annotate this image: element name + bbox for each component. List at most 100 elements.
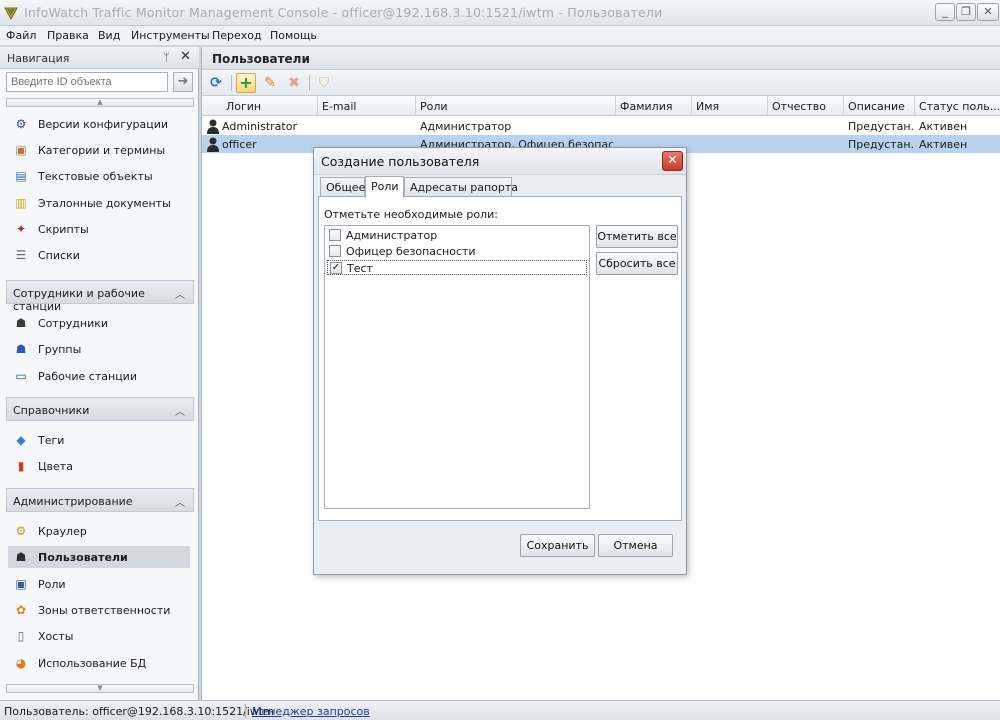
crawler-icon: ⚙: [15, 524, 27, 538]
reset-all-button[interactable]: Сбросить все: [596, 252, 678, 275]
restore-button[interactable]: ❐: [956, 3, 976, 21]
categories-icon: ▣: [15, 143, 27, 158]
sidebar-item-label: Краулер: [38, 525, 87, 538]
nav-group-header[interactable]: Администрирование ︿: [6, 488, 194, 512]
sidebar-item-workstations[interactable]: ▭ Рабочие станции: [8, 365, 190, 387]
chevron-up-icon[interactable]: ︿: [175, 286, 185, 301]
sidebar-item-reference-docs[interactable]: ▥ Эталонные документы: [8, 192, 190, 214]
sidebar-item-db-usage[interactable]: ◕ Использование БД: [8, 652, 190, 674]
menu-tools[interactable]: Инструменты: [131, 29, 210, 42]
chevron-up-icon[interactable]: ︿: [175, 403, 185, 418]
table-row[interactable]: Administrator Администратор Предустан... Ак…: [202, 117, 1000, 135]
reference-docs-icon: ▥: [15, 195, 27, 210]
sidebar-item-crawler[interactable]: ⚙ Краулер: [8, 520, 190, 542]
sidebar-item-categories[interactable]: ▣ Категории и термины: [8, 139, 190, 161]
window-title: InfoWatch Traffic Monitor Management Con…: [24, 5, 663, 20]
cell-description: Предустан...: [848, 138, 914, 151]
role-label: Офицер безопасности: [346, 245, 476, 258]
minimize-button[interactable]: _: [935, 3, 955, 21]
roles-tab-panel: Отметьте необходимые роли: Администратор…: [318, 196, 682, 521]
sidebar-item-tags[interactable]: ◆ Теги: [8, 429, 190, 451]
roles-hint: Отметьте необходимые роли:: [324, 208, 499, 221]
sidebar-item-roles[interactable]: ▣ Роли: [8, 573, 190, 595]
sidebar-item-zones[interactable]: ✿ Зоны ответственности: [8, 599, 190, 621]
close-navigation-icon[interactable]: ✕: [180, 49, 191, 64]
role-label: Администратор: [346, 229, 438, 242]
nav-group-label: Справочники: [13, 404, 90, 417]
role-checkbox[interactable]: ✓: [330, 262, 342, 274]
scroll-up-button[interactable]: ▲: [6, 98, 194, 107]
go-arrow-button[interactable]: ➜: [173, 72, 193, 92]
navigation-title: Навигация: [7, 52, 70, 65]
close-window-button[interactable]: ✕: [977, 3, 999, 21]
sidebar-item-employees[interactable]: ☗ Сотрудники: [8, 312, 190, 334]
users-icon: ☗: [15, 550, 27, 565]
menu-edit[interactable]: Правка: [47, 29, 89, 42]
cancel-button[interactable]: Отмена: [598, 534, 673, 557]
add-user-button[interactable]: +: [236, 73, 256, 93]
menu-bar: Файл Правка Вид Инструменты Переход Помо…: [0, 26, 1000, 46]
save-button[interactable]: Сохранить: [520, 534, 595, 557]
menu-help[interactable]: Помощь: [270, 29, 317, 42]
main-header: Пользователи: [202, 47, 1000, 70]
tab-roles[interactable]: Роли: [365, 176, 404, 198]
employees-icon: ☗: [15, 316, 27, 330]
nav-group-header[interactable]: Справочники ︿: [6, 397, 194, 421]
colors-icon: ▮: [17, 459, 25, 474]
sidebar-item-scripts[interactable]: ✦ Скрипты: [8, 218, 190, 240]
sidebar-item-lists[interactable]: ☰ Списки: [8, 244, 190, 266]
sidebar-item-label: Цвета: [38, 460, 73, 474]
toolbar: ⟳ + ✎ ✖ ⛉: [202, 70, 1000, 96]
sidebar-item-label: Рабочие станции: [38, 369, 137, 383]
app-logo-icon: [4, 7, 18, 21]
role-item[interactable]: Администратор: [327, 228, 587, 243]
pin-icon[interactable]: ᛘ: [163, 51, 170, 64]
role-checkbox[interactable]: [329, 229, 341, 241]
check-all-button[interactable]: Отметить все: [596, 225, 678, 248]
sidebar-item-groups[interactable]: ☗ Группы: [8, 338, 190, 360]
menu-file[interactable]: Файл: [6, 29, 36, 42]
role-item[interactable]: ✓ Тест: [327, 260, 587, 275]
chevron-up-icon[interactable]: ︿: [175, 494, 185, 509]
sidebar-item-users[interactable]: ☗ Пользователи: [8, 546, 190, 569]
sidebar-item-label: Роли: [38, 577, 66, 591]
scroll-down-button[interactable]: ▼: [6, 684, 194, 693]
menu-view[interactable]: Вид: [98, 29, 120, 42]
role-checkbox[interactable]: [329, 245, 341, 257]
edit-icon[interactable]: ✎: [260, 73, 280, 93]
sidebar-item-label: Сотрудники: [38, 317, 109, 330]
sidebar-item-label: Использование БД: [38, 656, 147, 670]
user-icon: [207, 119, 219, 134]
sidebar-item-label: Зоны ответственности: [38, 603, 171, 617]
filter-icon[interactable]: ⛉: [314, 73, 334, 93]
role-label: Тест: [347, 262, 373, 275]
sidebar-item-label: Версии конфигурации: [38, 118, 169, 131]
sidebar-item-label: Теги: [38, 434, 65, 447]
status-bar: Пользователь: officer@192.168.3.10:1521/…: [0, 700, 1000, 720]
role-item[interactable]: Офицер безопасности: [327, 244, 587, 259]
roles-list: Администратор Офицер безопасности ✓ Тест: [324, 225, 590, 509]
cell-description: Предустан...: [848, 120, 914, 133]
sidebar-item-hosts[interactable]: ▯ Хосты: [8, 625, 190, 647]
tab-report-recipients[interactable]: Адресаты рапорта: [404, 177, 518, 197]
lists-icon: ☰: [15, 248, 27, 262]
menu-navigate[interactable]: Переход: [212, 29, 262, 42]
sidebar-item-colors[interactable]: ▮ Цвета: [8, 455, 190, 477]
delete-icon[interactable]: ✖: [284, 73, 304, 93]
dialog-close-button[interactable]: ✕: [662, 151, 683, 171]
navigation-pane: Навигация ᛘ ✕ ➜ ▲ ▼ ⚙ Версии конфигурации…: [0, 47, 199, 700]
sidebar-item-label: Пользователи: [38, 551, 128, 565]
tab-general[interactable]: Общее: [320, 177, 365, 197]
user-icon: [207, 137, 219, 152]
toolbar-separator: [309, 75, 310, 91]
nav-group-header[interactable]: Сотрудники и рабочие станции ︿: [6, 280, 194, 313]
sidebar-item-gear[interactable]: ⚙ Версии конфигурации: [8, 113, 190, 135]
scripts-icon: ✦: [15, 221, 27, 236]
cell-login: Administrator: [222, 120, 297, 133]
object-id-input[interactable]: [6, 72, 168, 92]
refresh-icon[interactable]: ⟳: [206, 73, 226, 93]
text-objects-icon: ▤: [15, 169, 27, 184]
sidebar-item-label: Группы: [38, 343, 82, 357]
query-manager-link[interactable]: Менеджер запросов: [252, 705, 370, 718]
sidebar-item-text-objects[interactable]: ▤ Текстовые объекты: [8, 165, 190, 187]
